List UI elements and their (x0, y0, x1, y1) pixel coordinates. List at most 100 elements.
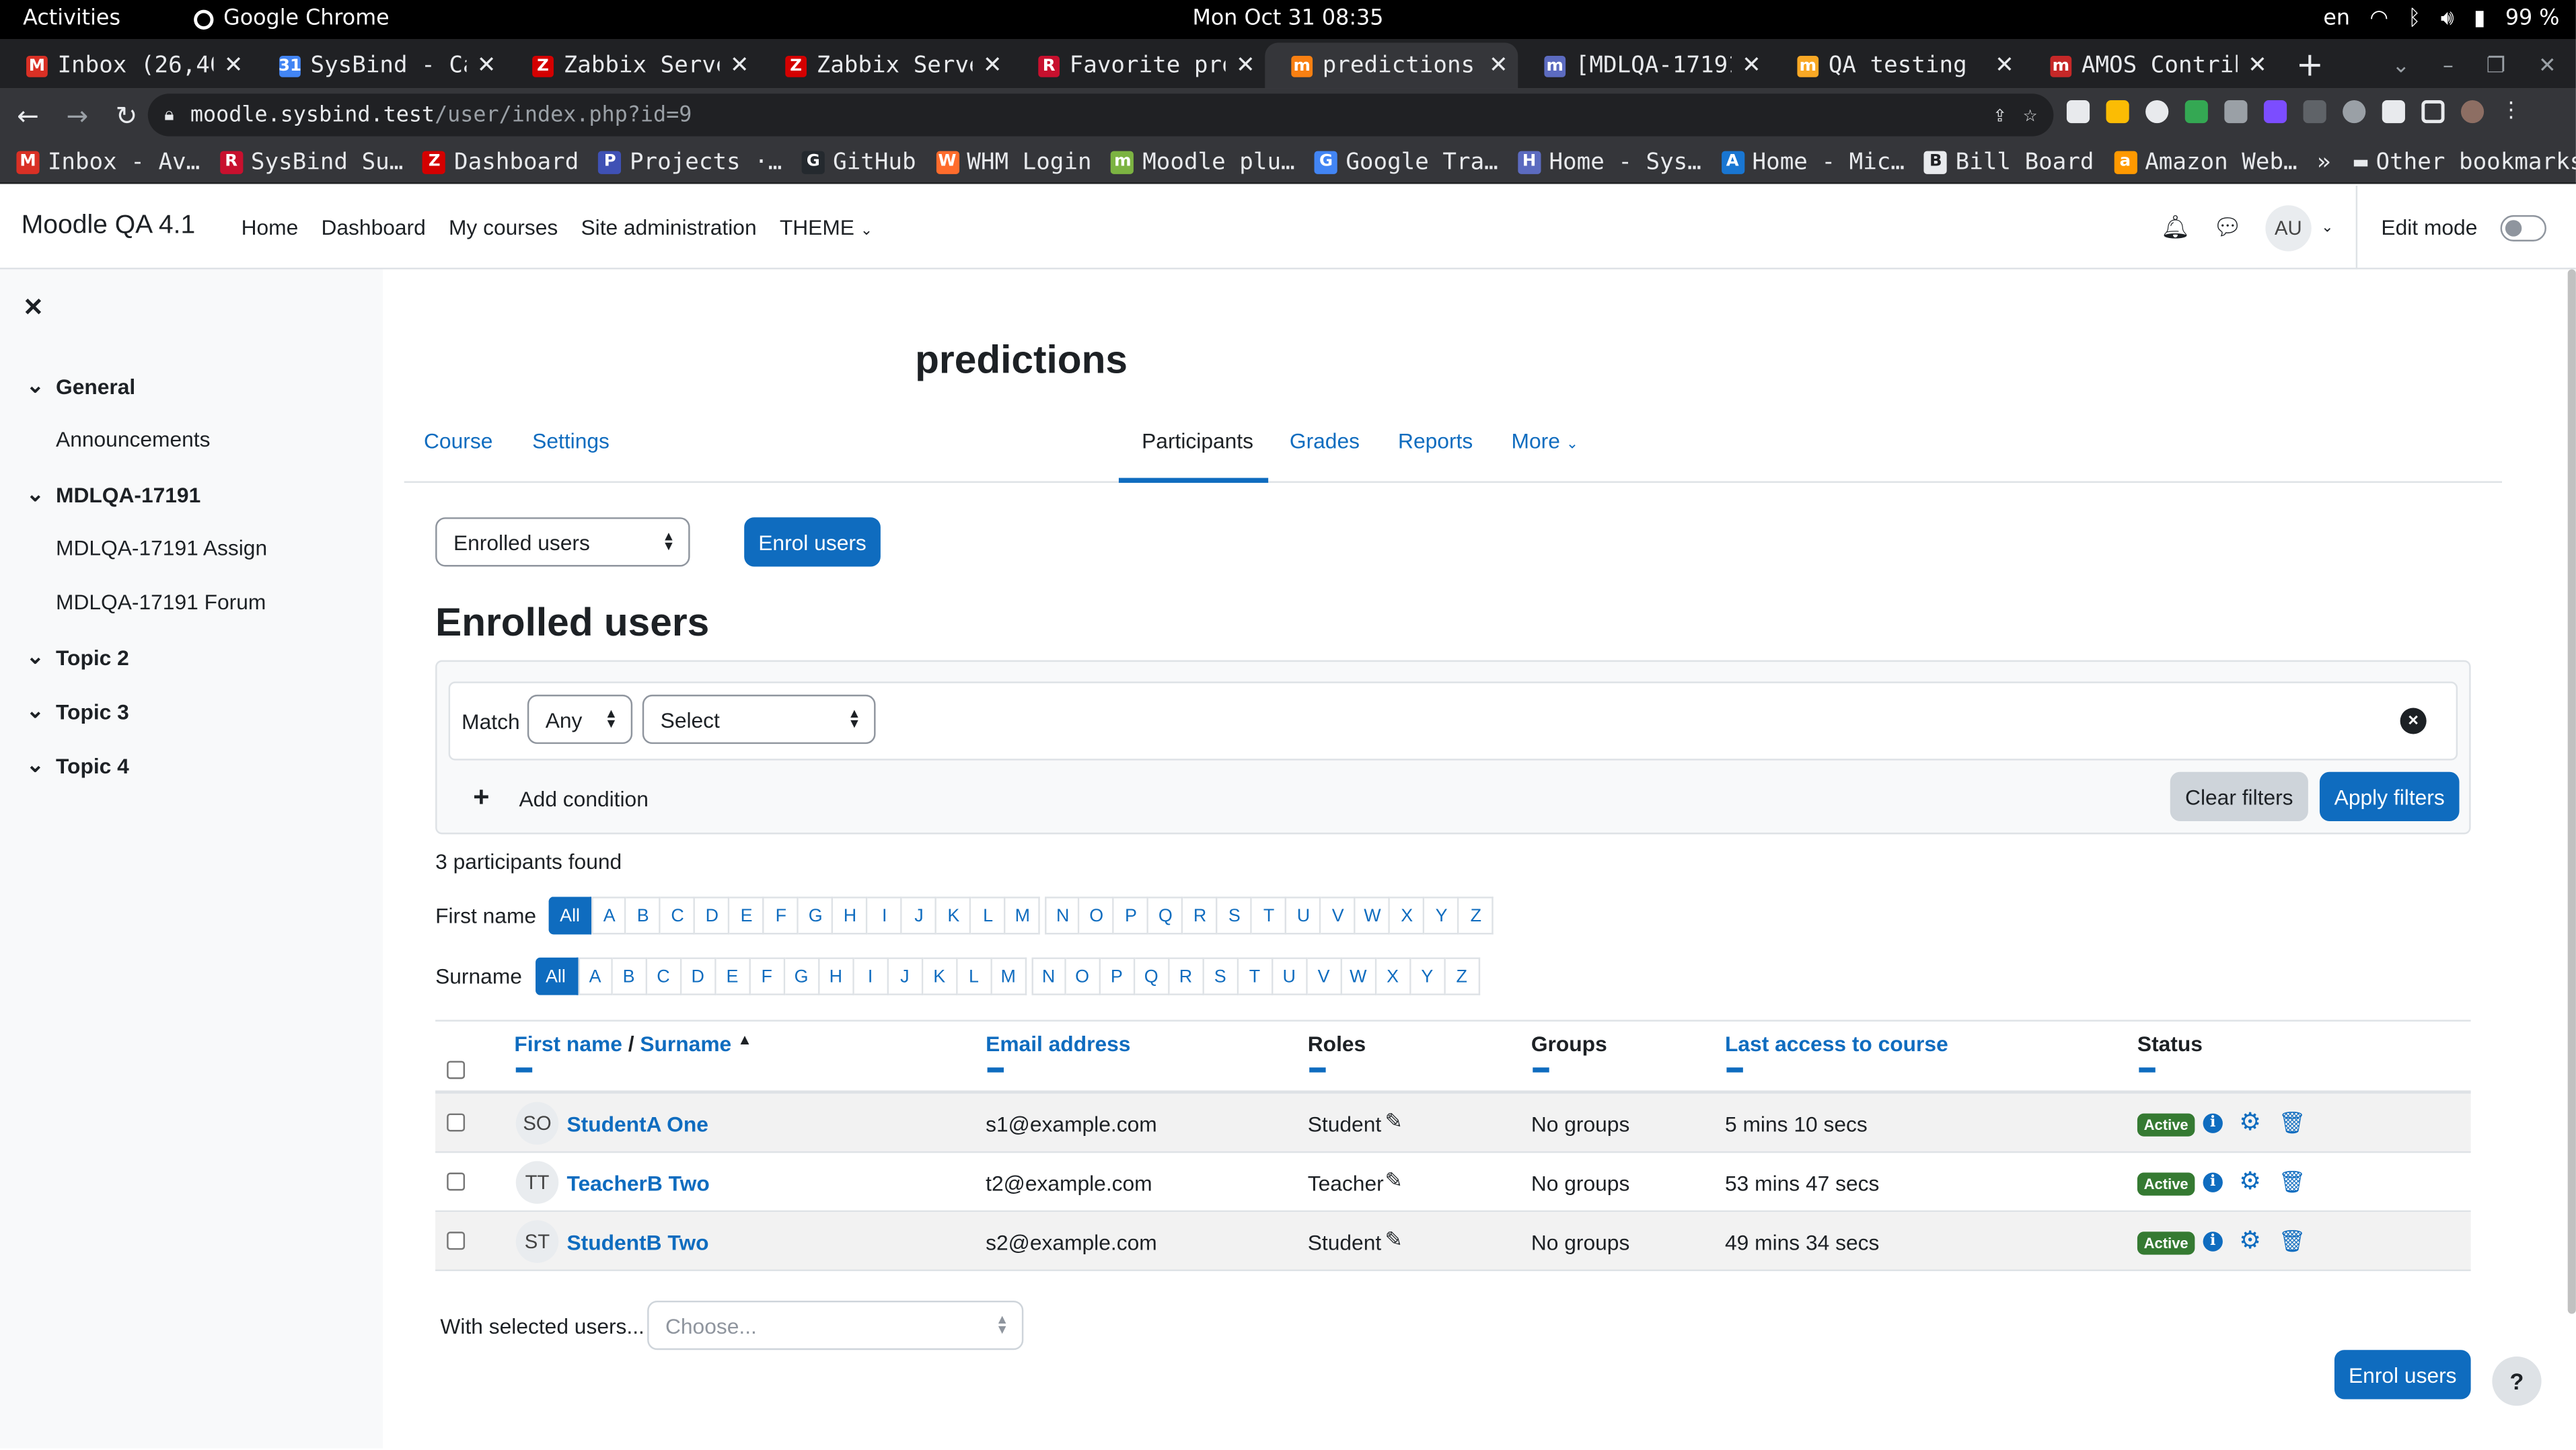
surname-initial-y[interactable]: Y (1410, 957, 1446, 995)
select-all-checkbox[interactable] (447, 1061, 466, 1079)
edit-enrolment-gear-icon[interactable]: ⚙ (2239, 1225, 2261, 1255)
address-bar[interactable]: 🔒︎ moodle.sysbind.test/user/index.php?id… (147, 93, 2054, 137)
hide-column-icon[interactable] (515, 1067, 533, 1073)
firstname-initial-g[interactable]: G (799, 896, 834, 935)
course-section-toggle[interactable]: ⌄ MDLQA-17191 (26, 481, 200, 507)
close-tab-icon[interactable]: ✕ (1995, 52, 2014, 79)
surname-initial-c[interactable]: C (647, 957, 682, 995)
surname-initial-k[interactable]: K (922, 957, 958, 995)
firstname-initial-v[interactable]: V (1321, 896, 1356, 935)
nav-theme-menu[interactable]: THEME ⌄ (780, 215, 873, 239)
edit-mode-toggle[interactable] (2500, 214, 2546, 241)
edit-roles-pencil-icon[interactable]: ✎ (1385, 1108, 1403, 1135)
clear-filters-button[interactable]: Clear filters (2170, 771, 2308, 821)
chrome-menu-icon[interactable]: ⋮ (2501, 100, 2522, 123)
extension-icon[interactable] (2224, 100, 2248, 124)
reload-icon[interactable]: ↻ (105, 100, 147, 130)
enrol-users-button-bottom[interactable]: Enrol users (2334, 1350, 2471, 1400)
firstname-initial-m[interactable]: M (1006, 896, 1041, 935)
surname-initial-w[interactable]: W (1341, 957, 1376, 995)
bookmark-item[interactable]: W WHM Login (935, 149, 1092, 175)
browser-tab[interactable]: m predictions: ✕ (1265, 42, 1518, 89)
firstname-initial-s[interactable]: S (1218, 896, 1253, 935)
nav-home[interactable]: Home (242, 215, 299, 239)
sort-surname-link[interactable]: Surname (640, 1032, 731, 1057)
firstname-initial-b[interactable]: B (626, 896, 661, 935)
firstname-initial-r[interactable]: R (1183, 896, 1218, 935)
extension-icon[interactable] (2106, 100, 2129, 124)
hide-column-icon[interactable] (2139, 1067, 2156, 1073)
tab-course[interactable]: Course (424, 428, 492, 453)
new-tab-button[interactable]: + (2277, 42, 2343, 88)
close-tab-icon[interactable]: ✕ (2248, 52, 2267, 79)
firstname-initial-i[interactable]: I (868, 896, 903, 935)
bulk-action-select[interactable]: Choose... ▲ ▼ (647, 1300, 1024, 1350)
sort-lastaccess-link[interactable]: Last access to course (1725, 1032, 1948, 1057)
extension-icon[interactable] (2066, 100, 2090, 124)
browser-tab[interactable]: 31 SysBind - Cal ✕ (253, 42, 506, 88)
hide-column-icon[interactable] (1309, 1067, 1326, 1073)
course-activity-link[interactable]: Announcements (56, 427, 210, 452)
surname-initial-h[interactable]: H (819, 957, 854, 995)
surname-initial-u[interactable]: U (1272, 957, 1308, 995)
surname-initial-l[interactable]: L (957, 957, 992, 995)
hide-column-icon[interactable] (1533, 1067, 1549, 1073)
course-section-toggle[interactable]: ⌄ Topic 3 (26, 698, 129, 724)
edit-enrolment-gear-icon[interactable]: ⚙ (2239, 1107, 2261, 1137)
extension-icon[interactable] (2263, 100, 2287, 124)
close-tab-icon[interactable]: ✕ (1489, 52, 1508, 79)
site-brand[interactable]: Moodle QA 4.1 (22, 212, 195, 241)
surname-initial-d[interactable]: D (681, 957, 716, 995)
extension-icon[interactable] (2184, 100, 2208, 124)
tab-more[interactable]: More ⌄ (1512, 428, 1579, 453)
surname-initial-x[interactable]: X (1376, 957, 1411, 995)
participants-view-select[interactable]: Enrolled users ▲ ▼ (435, 517, 690, 567)
unenrol-trash-icon[interactable]: 🗑︎ (2279, 1229, 2306, 1255)
match-select[interactable]: Any ▲ ▼ (527, 694, 633, 745)
surname-initial-m[interactable]: M (992, 957, 1027, 995)
course-section-toggle[interactable]: ⌄ General (26, 373, 135, 399)
extension-icon[interactable] (2303, 100, 2326, 124)
course-section-toggle[interactable]: ⌄ Topic 4 (26, 752, 129, 778)
notifications-bell-icon[interactable]: 🔔︎ (2161, 213, 2190, 241)
forward-icon[interactable]: → (56, 100, 98, 130)
firstname-initial-all[interactable]: All (549, 896, 593, 935)
help-button[interactable]: ? (2492, 1357, 2542, 1406)
sort-email-link[interactable]: Email address (986, 1032, 1130, 1057)
nav-site-administration[interactable]: Site administration (581, 215, 756, 239)
close-window-icon[interactable]: ✕ (2538, 53, 2556, 78)
close-tab-icon[interactable]: ✕ (477, 52, 496, 79)
bookmark-item[interactable]: R SysBind Su… (219, 149, 403, 175)
browser-tab[interactable]: m AMOS Contribu ✕ (2024, 42, 2277, 88)
other-bookmarks-folder[interactable]: ▬ Other bookmarks (2354, 149, 2576, 175)
surname-initial-e[interactable]: E (716, 957, 751, 995)
close-tab-icon[interactable]: ✕ (730, 52, 749, 79)
user-profile-link[interactable]: StudentA One (566, 1112, 708, 1137)
apply-filters-button[interactable]: Apply filters (2319, 771, 2460, 821)
firstname-initial-d[interactable]: D (695, 896, 731, 935)
firstname-initial-w[interactable]: W (1356, 896, 1391, 935)
row-select-checkbox[interactable] (447, 1113, 466, 1132)
browser-tab[interactable]: Z Zabbix Server ✕ (759, 42, 1012, 88)
tab-participants[interactable]: Participants (1142, 428, 1253, 453)
minimize-icon[interactable]: – (2443, 53, 2454, 78)
remove-filter-row-icon[interactable]: × (2400, 708, 2427, 734)
back-icon[interactable]: ← (7, 100, 49, 130)
bookmark-item[interactable]: m Moodle plu… (1111, 149, 1295, 175)
course-activity-link[interactable]: MDLQA-17191 Assign (56, 535, 267, 560)
firstname-initial-k[interactable]: K (936, 896, 972, 935)
tab-settings[interactable]: Settings (532, 428, 610, 453)
user-avatar[interactable]: AU (2265, 204, 2312, 251)
firstname-initial-x[interactable]: X (1390, 896, 1426, 935)
surname-initial-o[interactable]: O (1066, 957, 1101, 995)
firstname-initial-a[interactable]: A (592, 896, 627, 935)
firstname-initial-h[interactable]: H (834, 896, 869, 935)
puzzle-icon[interactable] (2382, 100, 2405, 124)
system-tray[interactable]: en ◠ ᛒ 🔊︎ ▮ 99 % (2323, 7, 2559, 32)
side-panel-icon[interactable] (2421, 100, 2445, 124)
hide-column-icon[interactable] (987, 1067, 1004, 1073)
surname-initial-r[interactable]: R (1169, 957, 1204, 995)
bookmark-item[interactable]: G Google Tra… (1314, 149, 1498, 175)
app-menu[interactable]: Google Chrome (194, 7, 390, 31)
profile-avatar-icon[interactable] (2460, 100, 2485, 124)
